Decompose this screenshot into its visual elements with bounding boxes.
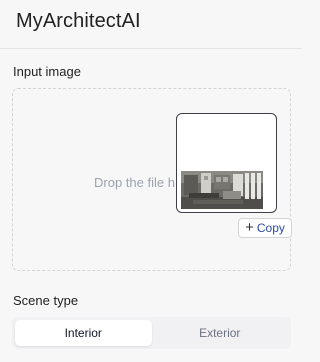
interior-render-thumbnail: [181, 171, 263, 209]
app-title: MyArchitectAI: [16, 10, 141, 32]
plus-icon: +: [245, 219, 254, 236]
scene-option-exterior[interactable]: Exterior: [152, 320, 289, 346]
image-preview-card[interactable]: [176, 113, 277, 213]
copy-button-label: Copy: [256, 221, 285, 235]
app-root: MyArchitectAI Input image Drop the file …: [0, 0, 302, 362]
scene-type-label: Scene type: [13, 293, 79, 308]
image-dropzone[interactable]: Drop the file h + Copy: [12, 88, 292, 271]
input-image-label: Input image: [13, 64, 81, 79]
scene-option-interior[interactable]: Interior: [15, 320, 152, 346]
copy-button[interactable]: + Copy: [238, 218, 292, 238]
scene-type-toggle: Interior Exterior: [12, 317, 291, 349]
drop-hint-text: Drop the file h: [94, 175, 175, 190]
app-header: MyArchitectAI: [0, 0, 302, 49]
